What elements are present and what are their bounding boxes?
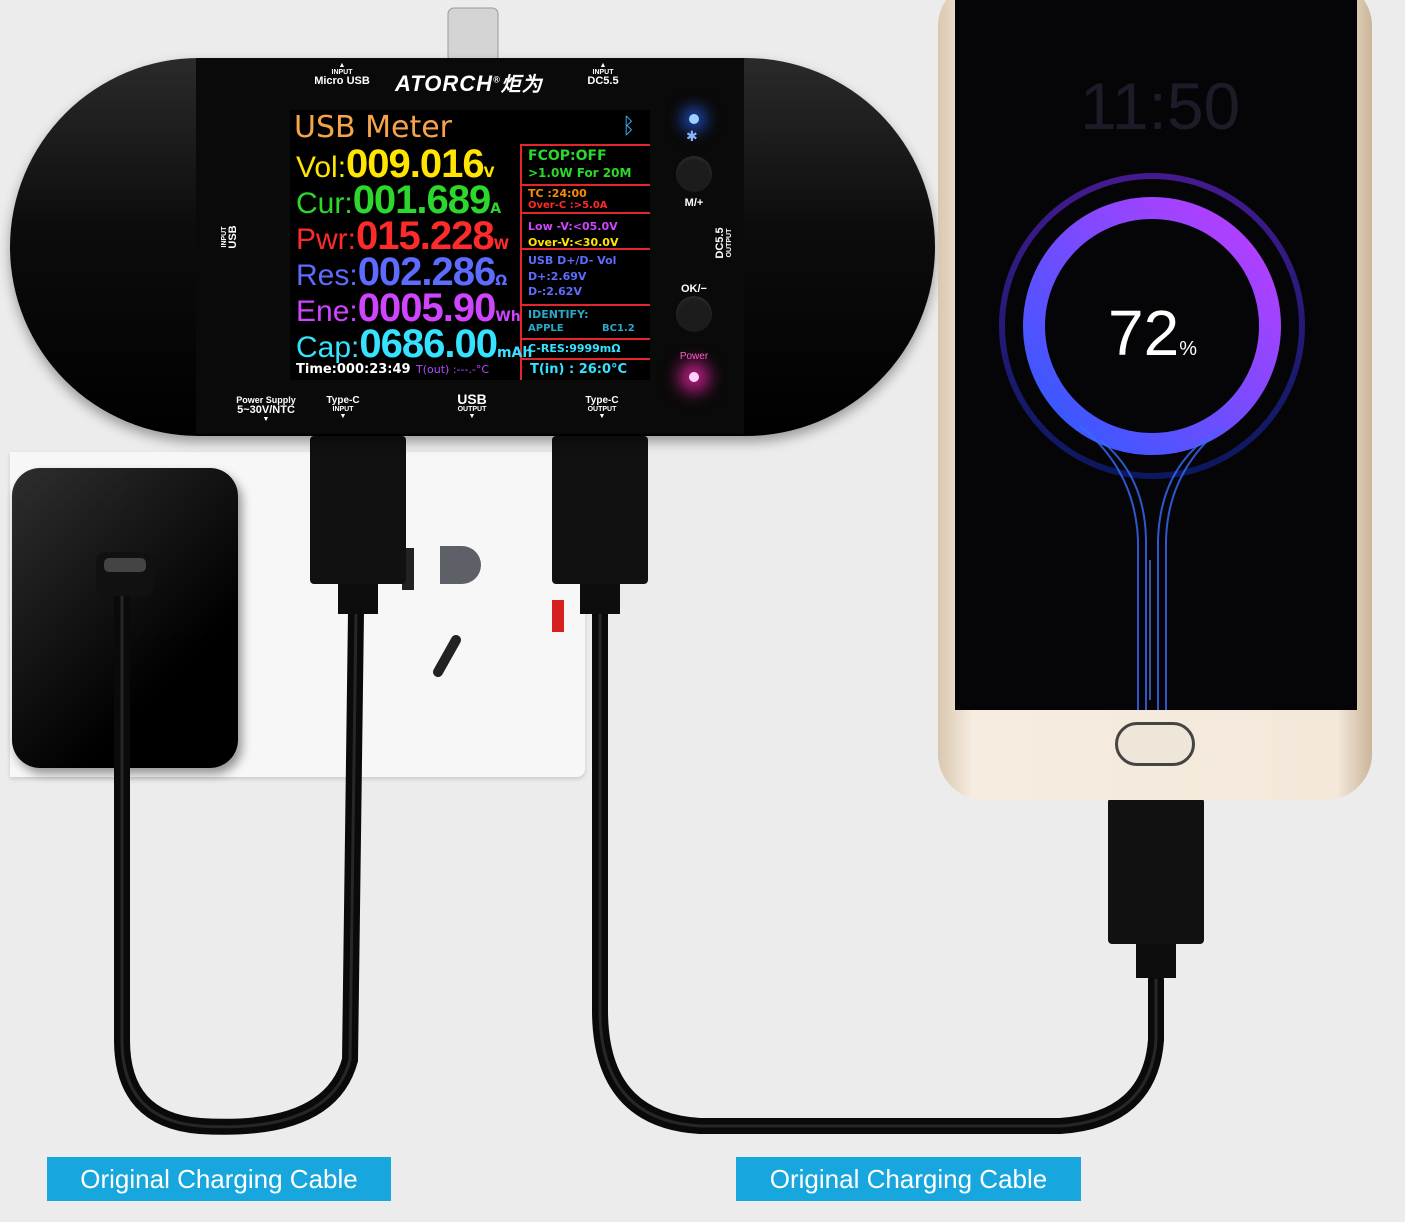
charging-ring xyxy=(999,173,1305,710)
caption-right: Original Charging Cable xyxy=(736,1157,1081,1201)
home-button[interactable] xyxy=(1115,722,1195,766)
battery-percentage: 72% xyxy=(1108,297,1197,369)
caption-left: Original Charging Cable xyxy=(47,1157,391,1201)
